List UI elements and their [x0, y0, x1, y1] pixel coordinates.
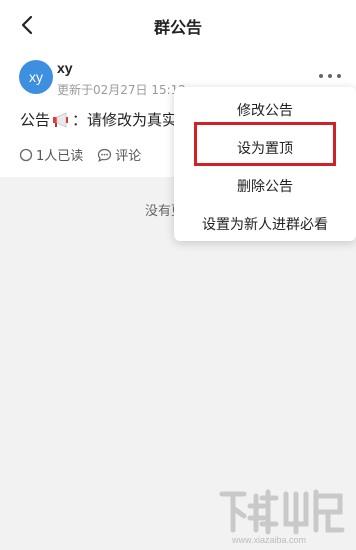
delete-announcement-item[interactable]: 删除公告	[174, 167, 356, 205]
announcement-text[interactable]: 公告 ：请修改为真实	[20, 109, 177, 130]
watermark-logo	[219, 489, 345, 535]
pin-to-top-item[interactable]: 设为置顶	[174, 129, 356, 167]
read-count[interactable]: 1人已读	[19, 145, 83, 164]
announcement-prefix: 公告	[20, 111, 51, 129]
megaphone-icon	[53, 111, 69, 128]
read-circle-icon	[19, 148, 33, 161]
updated-time: 更新于02月27日 15:12	[57, 83, 186, 97]
more-dots-icon[interactable]	[319, 71, 341, 81]
comment-button[interactable]: 评论	[97, 145, 141, 164]
comment-icon	[98, 148, 112, 162]
stats-row: 1人已读 评论	[19, 145, 155, 164]
action-menu: 修改公告 设为置顶 删除公告 设置为新人进群必看	[174, 87, 356, 241]
edit-announcement-item[interactable]: 修改公告	[174, 91, 356, 129]
announcement-body: ：请修改为真实	[72, 111, 178, 129]
author-name: xy	[57, 60, 73, 76]
page-title: 群公告	[153, 18, 202, 37]
newcomer-must-read-item[interactable]: 设置为新人进群必看	[174, 205, 356, 243]
read-count-label: 1人已读	[36, 149, 84, 164]
avatar[interactable]: xy	[19, 60, 53, 94]
watermark-url: www.xiazaiba.com	[232, 535, 307, 545]
header-bar: 群公告	[0, 0, 356, 50]
comment-label: 评论	[115, 149, 142, 164]
